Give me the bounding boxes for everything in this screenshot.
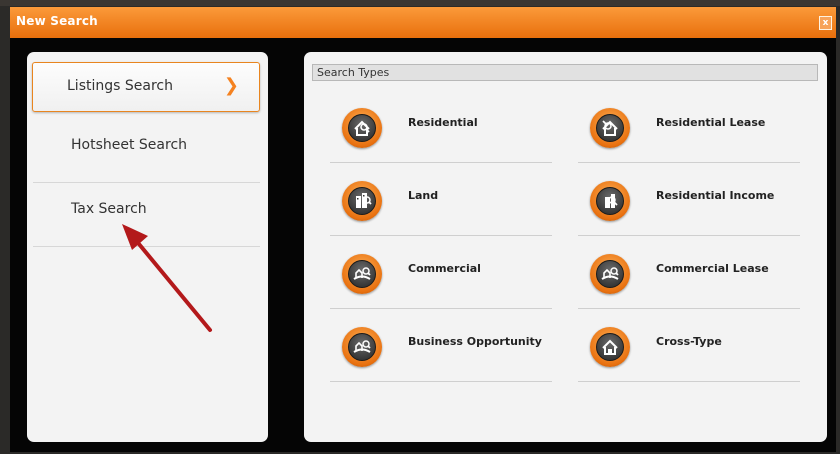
- search-types-header: Search Types: [312, 64, 818, 81]
- commercial-lease-icon: [590, 254, 630, 294]
- house-lease-icon: [590, 108, 630, 148]
- nav-item-label: Hotsheet Search: [71, 137, 188, 153]
- search-type-land[interactable]: Land: [330, 163, 552, 236]
- row-divider: [578, 381, 800, 382]
- dialog-titlebar: New Search x: [10, 7, 836, 38]
- background-strip: [0, 0, 840, 6]
- nav-item-listings-search[interactable]: Listings Search ❯: [32, 62, 260, 112]
- search-types-panel: Search Types Residential Residential Lea…: [304, 52, 827, 442]
- search-type-commercial[interactable]: Commercial: [330, 236, 552, 309]
- search-type-label: Business Opportunity: [408, 335, 542, 348]
- nav-item-label: Tax Search: [71, 201, 147, 217]
- search-type-label: Residential Lease: [656, 116, 766, 129]
- search-type-business-opportunity[interactable]: Business Opportunity: [330, 309, 552, 382]
- row-divider: [330, 381, 552, 382]
- commercial-icon: [342, 254, 382, 294]
- chevron-right-icon: ❯: [223, 75, 239, 96]
- nav-item-hotsheet-search[interactable]: Hotsheet Search: [33, 118, 260, 182]
- annotation-arrow: [122, 224, 212, 332]
- cross-type-icon: [590, 327, 630, 367]
- buildings-icon: [342, 181, 382, 221]
- dialog-title: New Search: [16, 14, 98, 28]
- search-type-residential-lease[interactable]: Residential Lease: [578, 90, 800, 163]
- search-type-residential[interactable]: Residential: [330, 90, 552, 163]
- business-opportunity-icon: [342, 327, 382, 367]
- search-type-residential-income[interactable]: Residential Income: [578, 163, 800, 236]
- house-magnifier-icon: [342, 108, 382, 148]
- search-type-commercial-lease[interactable]: Commercial Lease: [578, 236, 800, 309]
- close-button[interactable]: x: [819, 16, 832, 30]
- search-type-label: Land: [408, 189, 439, 202]
- nav-item-label: Listings Search: [67, 78, 173, 94]
- search-type-label: Residential Income: [656, 189, 775, 202]
- search-type-label: Commercial Lease: [656, 262, 769, 275]
- screen: New Search x Listings Search ❯ Hotsheet …: [0, 0, 840, 454]
- residential-income-icon: [590, 181, 630, 221]
- search-type-label: Cross-Type: [656, 335, 722, 348]
- search-type-cross-type[interactable]: Cross-Type: [578, 309, 800, 382]
- search-type-label: Residential: [408, 116, 478, 129]
- search-type-label: Commercial: [408, 262, 481, 275]
